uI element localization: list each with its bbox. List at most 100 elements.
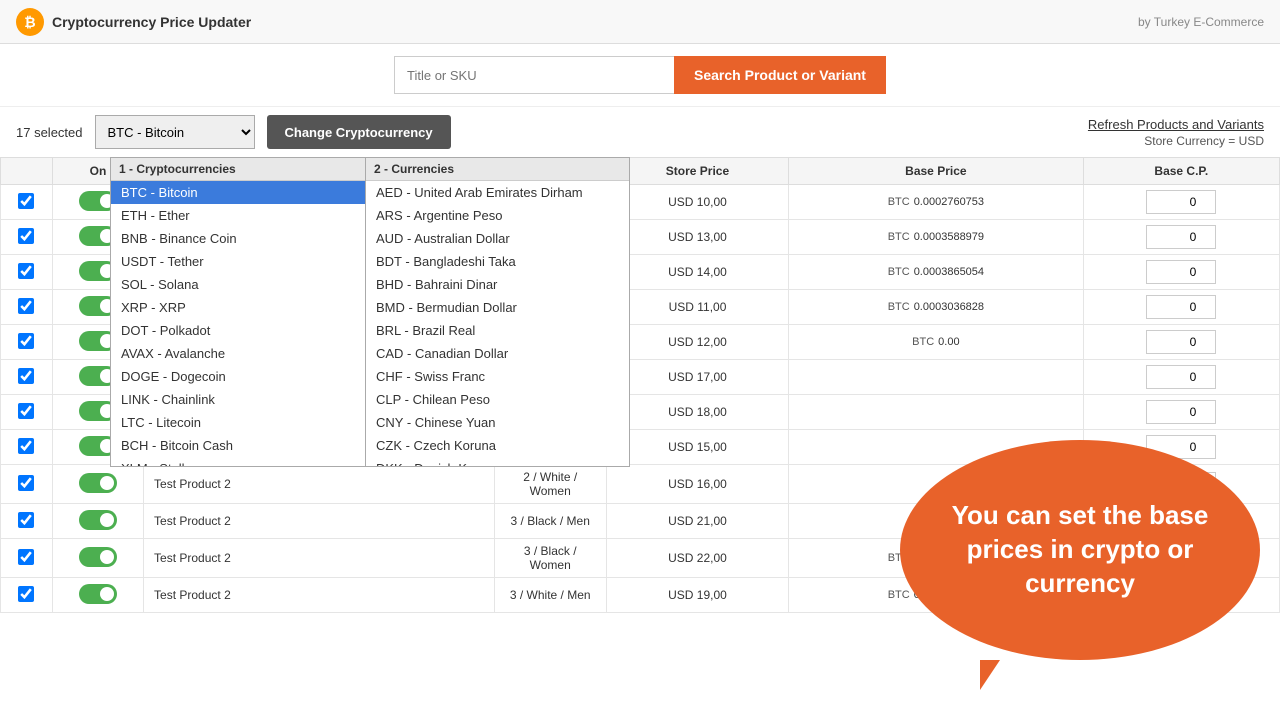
row-checkbox[interactable] <box>18 549 34 565</box>
base-cp-input[interactable] <box>1146 365 1216 389</box>
base-cp-input[interactable] <box>1146 190 1216 214</box>
currency-option[interactable]: BRL - Brazil Real <box>366 319 629 342</box>
search-input[interactable] <box>394 56 674 94</box>
base-crypto-label: BTC <box>888 266 910 278</box>
row-sku: 2 / White / Women <box>494 465 606 504</box>
row-base-cp <box>1083 360 1279 395</box>
row-store-price: USD 19,00 <box>606 578 788 613</box>
header-byline: by Turkey E-Commerce <box>1138 15 1264 29</box>
base-price-value: 0.0002760753 <box>914 196 984 208</box>
crypto-option-btc[interactable]: BTC - Bitcoin <box>111 181 365 204</box>
currency-option[interactable]: DKK - Danish Krone <box>366 457 629 467</box>
crypto-option-ltc[interactable]: LTC - Litecoin <box>111 411 365 434</box>
search-bar: Search Product or Variant <box>0 44 1280 107</box>
currency-option[interactable]: CZK - Czech Koruna <box>366 434 629 457</box>
base-crypto-label: BTC <box>888 231 910 243</box>
currency-option[interactable]: CLP - Chilean Peso <box>366 388 629 411</box>
row-base-price: BTC 0.0002760753 <box>789 185 1084 220</box>
crypto-option-avax[interactable]: AVAX - Avalanche <box>111 342 365 365</box>
row-base-price: BTC 0.0003588979 <box>789 220 1084 255</box>
crypto-option-bnb[interactable]: BNB - Binance Coin <box>111 227 365 250</box>
change-cryptocurrency-button[interactable]: Change Cryptocurrency <box>267 115 451 149</box>
base-cp-input[interactable] <box>1146 260 1216 284</box>
row-store-price: USD 22,00 <box>606 539 788 578</box>
row-variant: Test Product 2 <box>144 578 495 613</box>
crypto-option-link[interactable]: LINK - Chainlink <box>111 388 365 411</box>
crypto-option-doge[interactable]: DOGE - Dogecoin <box>111 365 365 388</box>
refresh-link[interactable]: Refresh Products and Variants <box>1088 117 1264 132</box>
row-checkbox[interactable] <box>18 263 34 279</box>
row-store-price: USD 10,00 <box>606 185 788 220</box>
crypto-option-eth[interactable]: ETH - Ether <box>111 204 365 227</box>
currency-option[interactable]: CHF - Swiss Franc <box>366 365 629 388</box>
crypto-option-bch[interactable]: BCH - Bitcoin Cash <box>111 434 365 457</box>
col-base-cp: Base C.P. <box>1083 158 1279 185</box>
row-checkbox[interactable] <box>18 193 34 209</box>
row-base-cp <box>1083 185 1279 220</box>
currency-option[interactable]: ARS - Argentine Peso <box>366 204 629 227</box>
col-base-price: Base Price <box>789 158 1084 185</box>
row-checkbox[interactable] <box>18 298 34 314</box>
row-variant: Test Product 2 <box>144 465 495 504</box>
row-store-price: USD 18,00 <box>606 395 788 430</box>
base-cp-input[interactable] <box>1146 225 1216 249</box>
crypto-section-header: 1 - Cryptocurrencies <box>111 158 365 181</box>
base-crypto-label: BTC <box>888 196 910 208</box>
crypto-select[interactable]: BTC - Bitcoin ETH - Ether <box>95 115 255 149</box>
row-checkbox[interactable] <box>18 228 34 244</box>
base-crypto-label: BTC <box>912 336 934 348</box>
crypto-dropdown: 1 - Cryptocurrencies BTC - BitcoinETH - … <box>110 157 630 467</box>
currency-option[interactable]: BMD - Bermudian Dollar <box>366 296 629 319</box>
base-cp-input[interactable] <box>1146 400 1216 424</box>
row-toggle[interactable] <box>79 547 117 567</box>
crypto-list: 1 - Cryptocurrencies BTC - BitcoinETH - … <box>110 157 365 467</box>
crypto-option-xlm[interactable]: XLM - Stellar <box>111 457 365 467</box>
currency-option[interactable]: AED - United Arab Emirates Dirham <box>366 181 629 204</box>
row-store-price: USD 16,00 <box>606 465 788 504</box>
base-price-value: 0.0003865054 <box>914 266 984 278</box>
row-store-price: USD 14,00 <box>606 255 788 290</box>
row-toggle[interactable] <box>79 584 117 604</box>
row-checkbox[interactable] <box>18 368 34 384</box>
store-currency-label: Store Currency = USD <box>1088 134 1264 148</box>
row-sku: 3 / White / Men <box>494 578 606 613</box>
col-store-price: Store Price <box>606 158 788 185</box>
base-cp-input[interactable] <box>1146 330 1216 354</box>
row-store-price: USD 12,00 <box>606 325 788 360</box>
row-checkbox[interactable] <box>18 333 34 349</box>
row-base-price <box>789 395 1084 430</box>
row-checkbox[interactable] <box>18 475 34 491</box>
currency-section-header: 2 - Currencies <box>366 158 629 181</box>
currency-items: AED - United Arab Emirates DirhamARS - A… <box>366 181 629 467</box>
row-checkbox[interactable] <box>18 512 34 528</box>
crypto-option-usdt[interactable]: USDT - Tether <box>111 250 365 273</box>
currency-option[interactable]: BHD - Bahraini Dinar <box>366 273 629 296</box>
base-cp-input[interactable] <box>1146 295 1216 319</box>
row-checkbox[interactable] <box>18 438 34 454</box>
base-price-value: 0.0003588979 <box>914 231 984 243</box>
row-base-cp <box>1083 290 1279 325</box>
app-title: Cryptocurrency Price Updater <box>52 14 251 30</box>
row-sku: 3 / Black / Women <box>494 539 606 578</box>
crypto-option-dot[interactable]: DOT - Polkadot <box>111 319 365 342</box>
crypto-option-xrp[interactable]: XRP - XRP <box>111 296 365 319</box>
crypto-option-sol[interactable]: SOL - Solana <box>111 273 365 296</box>
info-bubble: You can set the base prices in crypto or… <box>900 440 1260 660</box>
row-toggle[interactable] <box>79 473 117 493</box>
row-store-price: USD 15,00 <box>606 430 788 465</box>
currency-option[interactable]: AUD - Australian Dollar <box>366 227 629 250</box>
header-left: ₿ Cryptocurrency Price Updater <box>16 8 251 36</box>
row-checkbox[interactable] <box>18 586 34 602</box>
row-sku: 3 / Black / Men <box>494 504 606 539</box>
refresh-section: Refresh Products and Variants Store Curr… <box>1088 117 1264 148</box>
search-button[interactable]: Search Product or Variant <box>674 56 886 94</box>
row-toggle[interactable] <box>79 510 117 530</box>
row-base-cp <box>1083 220 1279 255</box>
row-checkbox[interactable] <box>18 403 34 419</box>
currency-option[interactable]: BDT - Bangladeshi Taka <box>366 250 629 273</box>
row-variant: Test Product 2 <box>144 504 495 539</box>
selected-count: 17 selected <box>16 125 83 140</box>
row-store-price: USD 11,00 <box>606 290 788 325</box>
currency-option[interactable]: CAD - Canadian Dollar <box>366 342 629 365</box>
currency-option[interactable]: CNY - Chinese Yuan <box>366 411 629 434</box>
